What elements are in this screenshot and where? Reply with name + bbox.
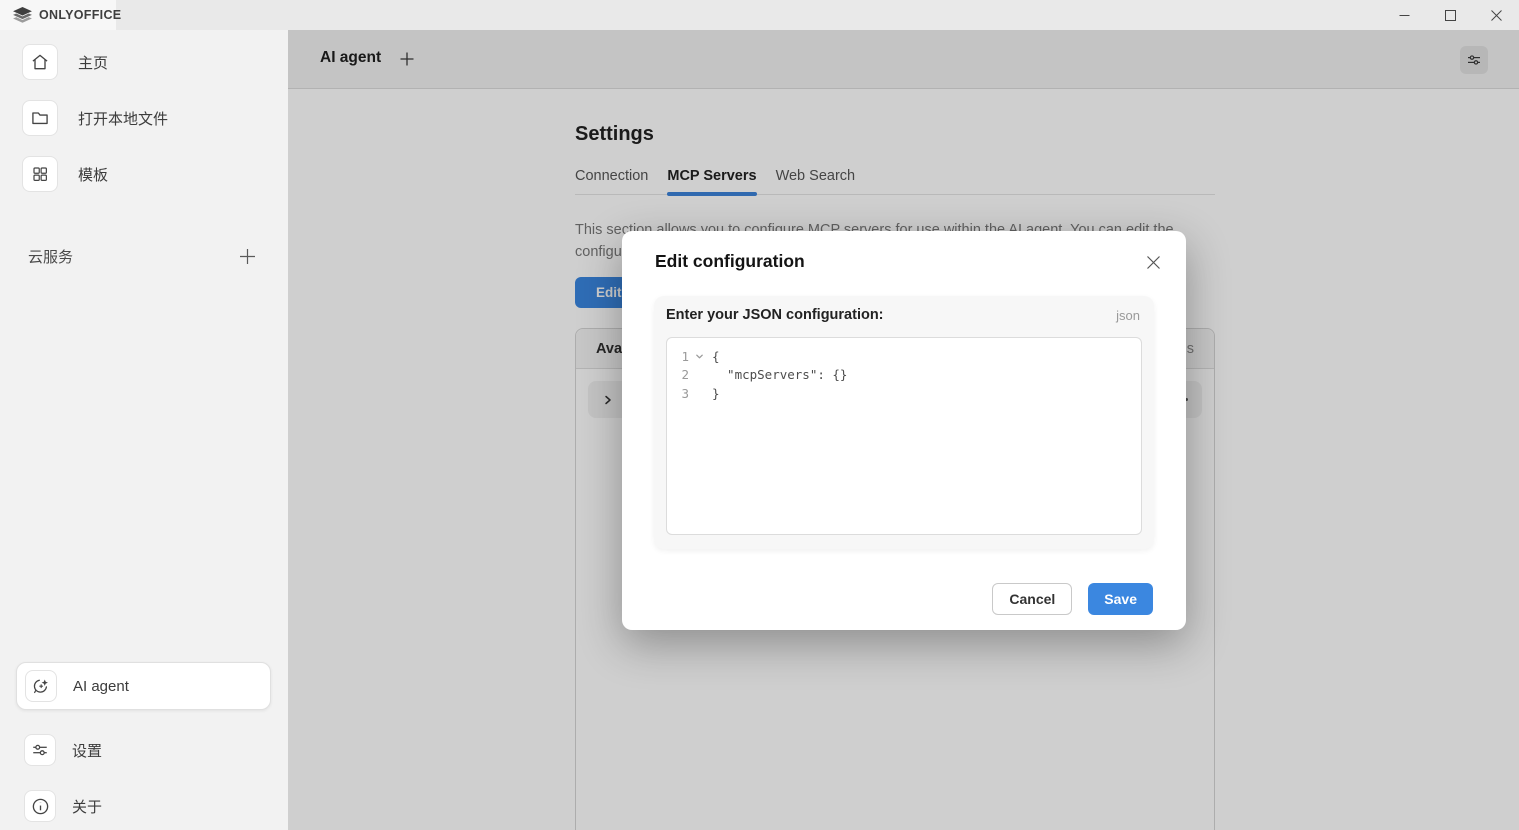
titlebar: ONLYOFFICE	[0, 0, 1519, 30]
folder-icon	[22, 100, 58, 136]
ai-agent-icon	[25, 670, 57, 702]
app-window: ONLYOFFICE	[0, 0, 1519, 830]
templates-grid-icon	[22, 156, 58, 192]
app-logo: ONLYOFFICE	[0, 0, 116, 30]
minimize-button[interactable]	[1381, 0, 1427, 30]
modal-footer: Cancel Save	[992, 583, 1153, 615]
panel-header: Enter your JSON configuration: json	[654, 296, 1154, 323]
add-cloud-service-button[interactable]	[236, 245, 258, 267]
sidebar-item-label: 主页	[78, 52, 108, 73]
close-window-button[interactable]	[1473, 0, 1519, 30]
sidebar-item-label: AI agent	[73, 678, 129, 695]
plus-icon	[239, 248, 256, 265]
cloud-services-section: 云服务	[0, 237, 288, 275]
close-icon	[1146, 255, 1161, 270]
sidebar-item-label: 模板	[78, 164, 108, 185]
sidebar-item-settings[interactable]: 设置	[16, 726, 271, 774]
json-config-panel: Enter your JSON configuration: json 1 { …	[654, 296, 1154, 549]
sidebar-item-home[interactable]: 主页	[0, 44, 288, 80]
maximize-button[interactable]	[1427, 0, 1473, 30]
sidebar-item-label: 关于	[72, 796, 102, 817]
code-line: 3 }	[667, 384, 1141, 403]
info-icon	[24, 790, 56, 822]
fold-chevron-icon[interactable]	[691, 352, 707, 361]
onlyoffice-logo-icon	[13, 7, 32, 24]
minimize-icon	[1399, 10, 1410, 21]
maximize-icon	[1445, 10, 1456, 21]
cloud-services-label: 云服务	[28, 246, 73, 267]
editor-label: Enter your JSON configuration:	[666, 307, 884, 323]
code-line: 1 {	[667, 347, 1141, 366]
sidebar-item-open-local-file[interactable]: 打开本地文件	[0, 100, 288, 136]
edit-configuration-modal: Edit configuration Enter your JSON confi…	[622, 231, 1186, 630]
settings-sliders-icon	[24, 734, 56, 766]
sidebar-item-templates[interactable]: 模板	[0, 156, 288, 192]
sidebar: 主页 打开本地文件 模板 云服务	[0, 30, 288, 830]
json-editor[interactable]: 1 { 2 "mcpServers": {} 3 }	[666, 337, 1142, 535]
language-badge: json	[1116, 308, 1140, 323]
modal-close-button[interactable]	[1140, 249, 1166, 275]
app-title: ONLYOFFICE	[39, 8, 121, 22]
close-icon	[1491, 10, 1502, 21]
save-button[interactable]: Save	[1088, 583, 1153, 615]
cancel-button[interactable]: Cancel	[992, 583, 1072, 615]
modal-title: Edit configuration	[655, 251, 805, 272]
window-controls	[1381, 0, 1519, 30]
home-icon	[22, 44, 58, 80]
code-line: 2 "mcpServers": {}	[667, 366, 1141, 385]
sidebar-item-ai-agent[interactable]: AI agent	[16, 662, 271, 710]
sidebar-item-label: 设置	[72, 740, 102, 761]
sidebar-item-about[interactable]: 关于	[16, 782, 271, 830]
sidebar-item-label: 打开本地文件	[78, 108, 168, 129]
